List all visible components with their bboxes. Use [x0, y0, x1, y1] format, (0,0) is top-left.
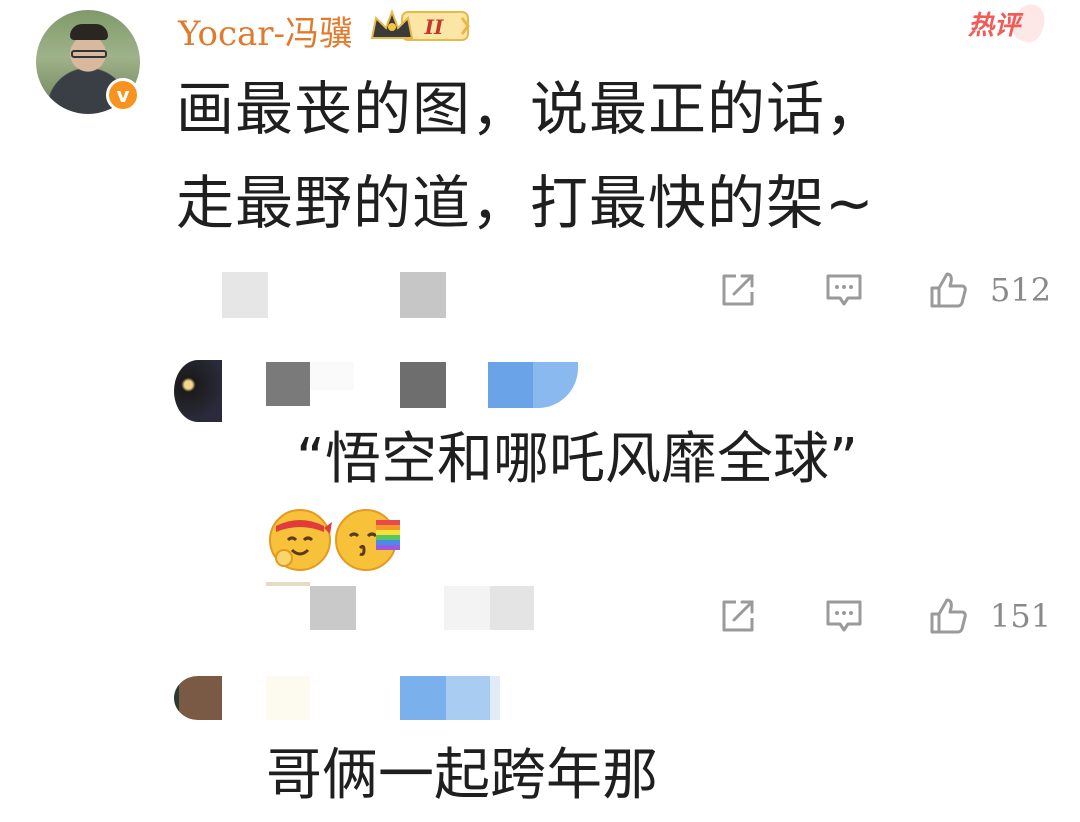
- like-count: 151: [990, 597, 1052, 635]
- vip-level-text: II: [424, 15, 444, 39]
- avatar-hair: [70, 24, 108, 40]
- reply-avatar[interactable]: [174, 360, 222, 422]
- share-icon[interactable]: [718, 270, 758, 310]
- redacted-block: [266, 362, 310, 406]
- action-bar: 151: [0, 592, 1080, 642]
- comment-text-line: 走最野的道，打最快的架~: [176, 169, 875, 237]
- redacted-block: [490, 676, 500, 720]
- like-count: 512: [990, 271, 1052, 309]
- avatar-glasses: [71, 50, 107, 58]
- comment-icon[interactable]: [824, 270, 864, 310]
- redacted-block: [266, 582, 310, 586]
- redacted-block: [446, 676, 490, 720]
- vip-level-badge[interactable]: II: [368, 8, 472, 44]
- username[interactable]: Yocar-冯骥: [178, 6, 353, 55]
- comment-text: 画最丧的图，说最正的话， 走最野的道，打最快的架~: [176, 62, 1036, 250]
- reply-text: 哥俩一起跨年那: [266, 743, 658, 808]
- avatar[interactable]: v: [36, 10, 140, 114]
- hug-emoji-icon: [269, 509, 332, 571]
- action-bar: 512: [0, 266, 1080, 316]
- redacted-block: [400, 676, 446, 720]
- hot-comment-badge: 热评: [968, 0, 1050, 46]
- reply-text: “悟空和哪吒风靡全球”: [296, 427, 859, 492]
- comment-text-line: 画最丧的图，说最正的话，: [176, 75, 885, 143]
- redacted-block: [266, 676, 310, 720]
- comment-icon[interactable]: [824, 596, 864, 636]
- like-icon[interactable]: [928, 596, 968, 636]
- rainbow-emoji-icon: [335, 509, 400, 571]
- verified-badge: v: [106, 78, 140, 112]
- redacted-block: [400, 362, 446, 408]
- reply-avatar[interactable]: [174, 676, 222, 720]
- comment-thread: v Yocar-冯骥 II 热评 画最丧的图，说最正的话， 走最野的道，打最快的…: [0, 0, 1080, 822]
- redacted-block: [488, 362, 578, 408]
- like-icon[interactable]: [928, 270, 968, 310]
- share-icon[interactable]: [718, 596, 758, 636]
- redacted-block: [310, 362, 354, 390]
